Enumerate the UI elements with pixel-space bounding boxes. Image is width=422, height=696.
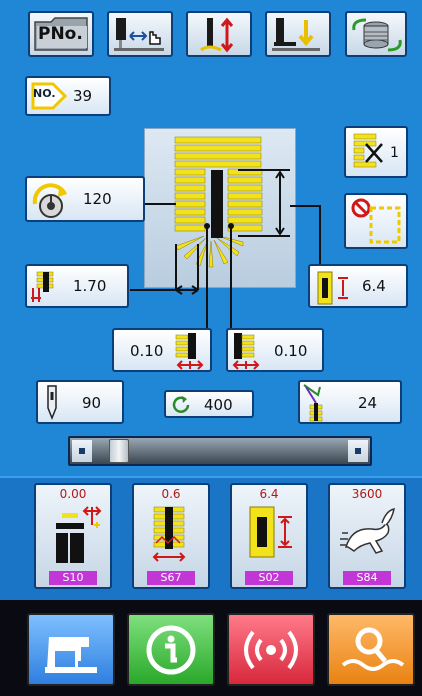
needle-move-button[interactable] xyxy=(107,11,173,57)
no-stop-icon xyxy=(351,198,401,244)
bartack-length-button[interactable]: 6.4 xyxy=(308,264,408,308)
memory-value: 3600 xyxy=(351,487,383,501)
right-offset-icon xyxy=(232,333,260,370)
speed-value: 120 xyxy=(83,190,112,208)
presser-foot-button[interactable] xyxy=(265,11,331,57)
counter-button[interactable]: 400 xyxy=(164,390,254,418)
presser-foot-icon xyxy=(272,18,320,51)
stitch-width-value: 1.70 xyxy=(73,277,107,295)
pattern-no-label: PNo. xyxy=(38,24,83,44)
slider[interactable] xyxy=(68,436,372,466)
sewing-mode-button[interactable] xyxy=(27,613,115,686)
main-area: PNo. NO. 39 1 120 1.70 6.4 0.10 0.10 90 … xyxy=(0,0,422,476)
memory-button-s02[interactable]: 6.4 S02 xyxy=(230,483,308,589)
memory-button-s10[interactable]: 0.00 S10 xyxy=(34,483,112,589)
sewing-machine-icon xyxy=(45,637,97,673)
pattern-diagram xyxy=(144,128,296,288)
memory-label: S84 xyxy=(343,571,391,585)
sewing-panel-screen: PNo. NO. 39 1 120 1.70 6.4 0.10 0.10 90 … xyxy=(0,0,422,696)
memory-label: S02 xyxy=(245,571,293,585)
stitch-count-icon xyxy=(303,384,323,422)
memory-button-s67[interactable]: 0.6 S67 xyxy=(132,483,210,589)
bartack-length-icon xyxy=(249,506,292,558)
stitch-count-button[interactable]: 24 xyxy=(298,380,402,424)
needle-move-icon xyxy=(114,18,164,51)
no-stop-button[interactable] xyxy=(344,193,408,249)
presser-up-down-button[interactable] xyxy=(186,11,252,57)
needle-button[interactable]: 90 xyxy=(36,380,124,424)
alarm-icon xyxy=(244,630,298,670)
pattern-no-prefix: NO. xyxy=(33,87,56,100)
pattern-no-button[interactable]: PNo. xyxy=(28,11,94,57)
needle-icon xyxy=(47,385,57,420)
thread-wind-icon xyxy=(352,18,402,52)
slider-left-arrow[interactable] xyxy=(72,440,92,462)
times-value: 1 xyxy=(390,145,399,161)
info-button[interactable] xyxy=(127,613,215,686)
stitch-zigzag-icon xyxy=(152,506,186,562)
counter-icon xyxy=(172,396,190,413)
pattern-number-box[interactable]: NO. 39 xyxy=(25,76,111,116)
memory-value: 6.4 xyxy=(259,487,279,501)
left-offset-icon xyxy=(175,333,204,370)
memory-label: S10 xyxy=(49,571,97,585)
speed-button[interactable]: 120 xyxy=(25,176,145,222)
slider-thumb[interactable] xyxy=(109,439,129,463)
memory-value: 0.6 xyxy=(161,487,181,501)
thread-wind-button[interactable] xyxy=(345,11,407,57)
left-offset-value: 0.10 xyxy=(130,342,164,360)
right-offset-value: 0.10 xyxy=(274,342,308,360)
memory-value: 0.00 xyxy=(59,487,87,501)
bartack-offset-icon xyxy=(56,506,102,563)
stitch-width-button[interactable]: 1.70 xyxy=(25,264,129,308)
counter-value: 400 xyxy=(204,396,233,414)
needle-value: 90 xyxy=(82,394,102,412)
left-offset-button[interactable]: 0.10 xyxy=(112,328,212,372)
speed-knob-icon xyxy=(32,183,67,218)
memory-label: S67 xyxy=(147,571,195,585)
times-button[interactable]: 1 xyxy=(344,126,408,178)
slider-right-arrow[interactable] xyxy=(348,440,368,462)
right-offset-button[interactable]: 0.10 xyxy=(226,328,324,372)
search-button[interactable] xyxy=(327,613,415,686)
communication-button[interactable] xyxy=(227,613,315,686)
bartack-length-icon xyxy=(317,271,348,305)
search-icon xyxy=(341,627,405,671)
stitch-width-icon xyxy=(31,271,54,302)
memory-button-s84[interactable]: 3600 S84 xyxy=(328,483,406,589)
presser-up-down-icon xyxy=(200,17,234,53)
rabbit-speed-icon xyxy=(340,507,395,554)
pattern-number-value: 39 xyxy=(73,87,93,105)
stitch-count-value: 24 xyxy=(358,394,378,412)
info-icon xyxy=(146,625,196,675)
times-icon xyxy=(353,133,383,168)
bartack-length-value: 6.4 xyxy=(362,277,386,295)
